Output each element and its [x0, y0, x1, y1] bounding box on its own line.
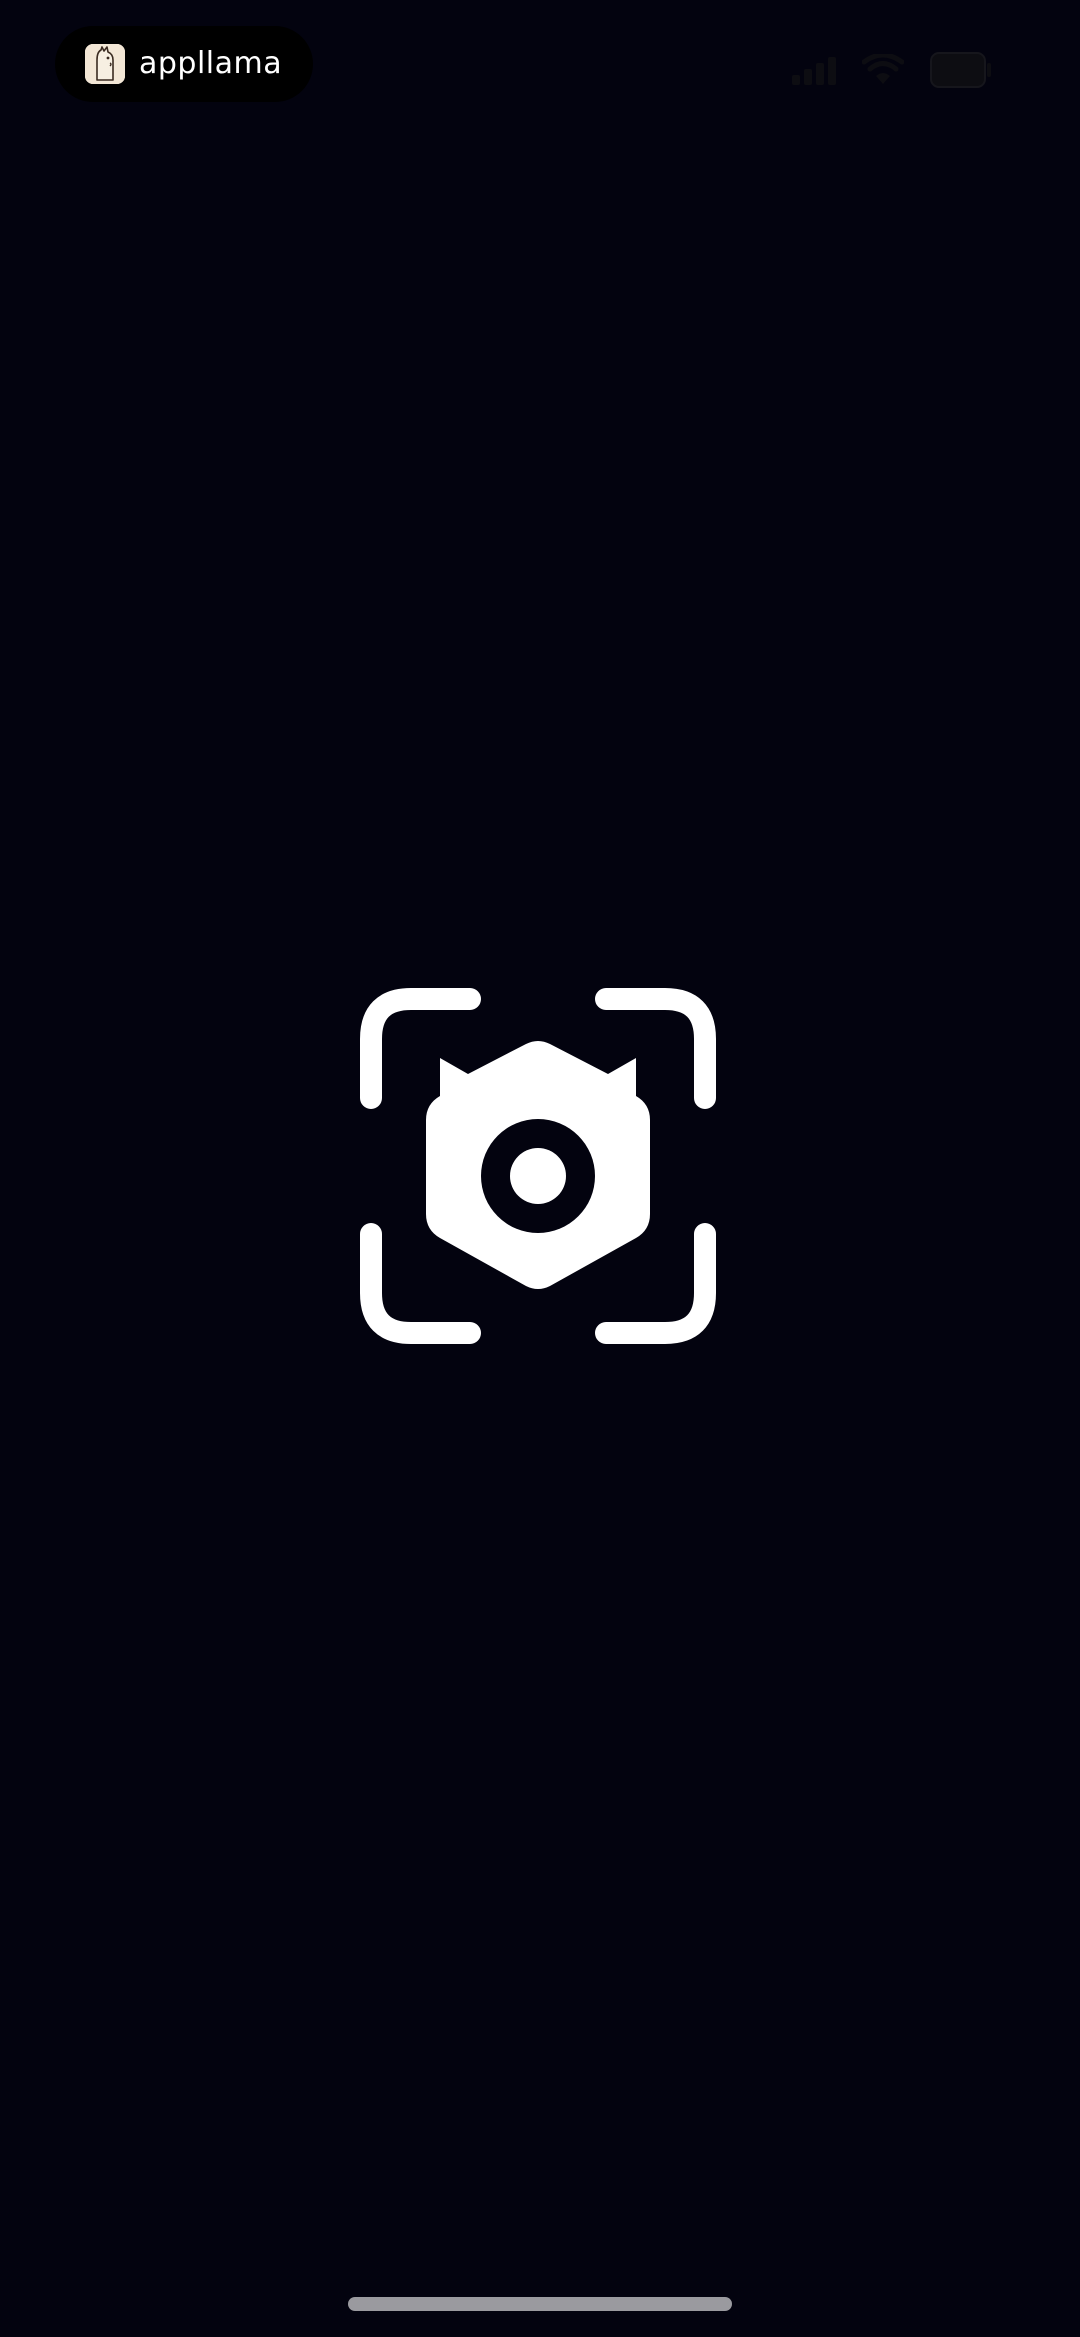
- camera-scan-icon: [360, 988, 716, 1344]
- app-name: appllama: [139, 46, 283, 81]
- home-indicator[interactable]: [348, 2297, 732, 2311]
- cellular-signal-icon: [792, 55, 836, 85]
- wifi-icon: [862, 54, 904, 86]
- llama-logo-icon: [85, 44, 125, 84]
- app-badge: appllama: [55, 26, 313, 102]
- status-icons: [792, 50, 992, 90]
- battery-icon: [930, 51, 992, 89]
- status-bar: appllama: [0, 0, 1080, 140]
